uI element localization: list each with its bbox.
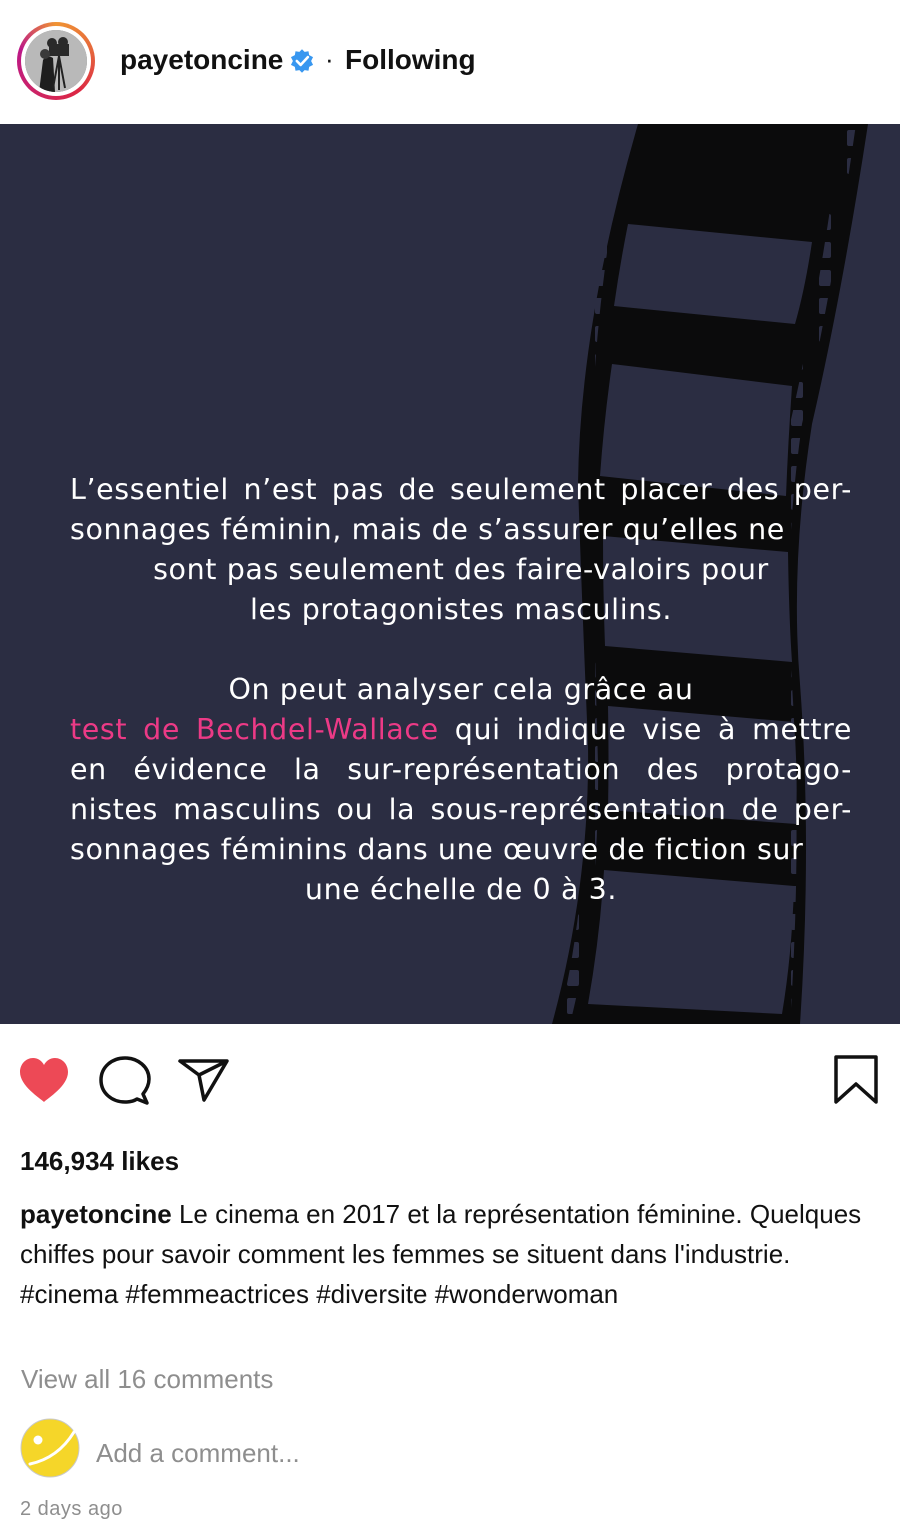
paragraph-2-body: test de Bechdel-Wallace qui indique vise…	[70, 710, 852, 870]
bechdel-test-highlight: test de Bechdel-Wallace	[70, 713, 439, 746]
paper-plane-icon[interactable]	[178, 1057, 230, 1103]
comment-icon[interactable]	[99, 1056, 151, 1106]
caption-username[interactable]: payetoncine	[20, 1199, 172, 1229]
paragraph-2-last-line: une échelle de 0 à 3.	[304, 873, 618, 906]
paragraph-1: L’essentiel n’est pas de seulement place…	[70, 473, 852, 546]
post-header: payetoncine · Following	[0, 0, 900, 124]
likes-count[interactable]: 146,934 likes	[20, 1146, 179, 1177]
action-bar	[0, 1024, 900, 1134]
profile-avatar[interactable]	[17, 22, 95, 100]
post-caption: payetoncine Le cinema en 2017 et la repr…	[20, 1194, 880, 1314]
separator-dot: ·	[325, 44, 334, 74]
following-button[interactable]: Following	[345, 44, 476, 76]
paragraph-1-line-4: les protagonistes masculins.	[249, 593, 672, 626]
camera-operator-photo	[25, 30, 87, 92]
caption-hashtags[interactable]: #cinema #femmeactrices #diversite #wonde…	[20, 1279, 618, 1309]
paragraph-2-line-1: On peut analyser cela grâce au	[228, 673, 694, 706]
bookmark-icon[interactable]	[832, 1054, 880, 1106]
post-text-block: L’essentiel n’est pas de seulement place…	[70, 470, 852, 910]
view-all-comments-link[interactable]: View all 16 comments	[21, 1364, 273, 1395]
post-image[interactable]: L’essentiel n’est pas de seulement place…	[0, 124, 900, 1024]
post-timestamp: 2 days ago	[20, 1498, 123, 1520]
header-username[interactable]: payetoncine	[120, 44, 283, 76]
user-avatar[interactable]	[20, 1418, 80, 1478]
paragraph-1-line-3: sont pas seulement des faire-valoirs pou…	[153, 553, 769, 586]
add-comment-input[interactable]: Add a comment...	[96, 1438, 300, 1469]
verified-badge-icon	[290, 49, 314, 73]
heart-icon[interactable]	[18, 1056, 70, 1104]
